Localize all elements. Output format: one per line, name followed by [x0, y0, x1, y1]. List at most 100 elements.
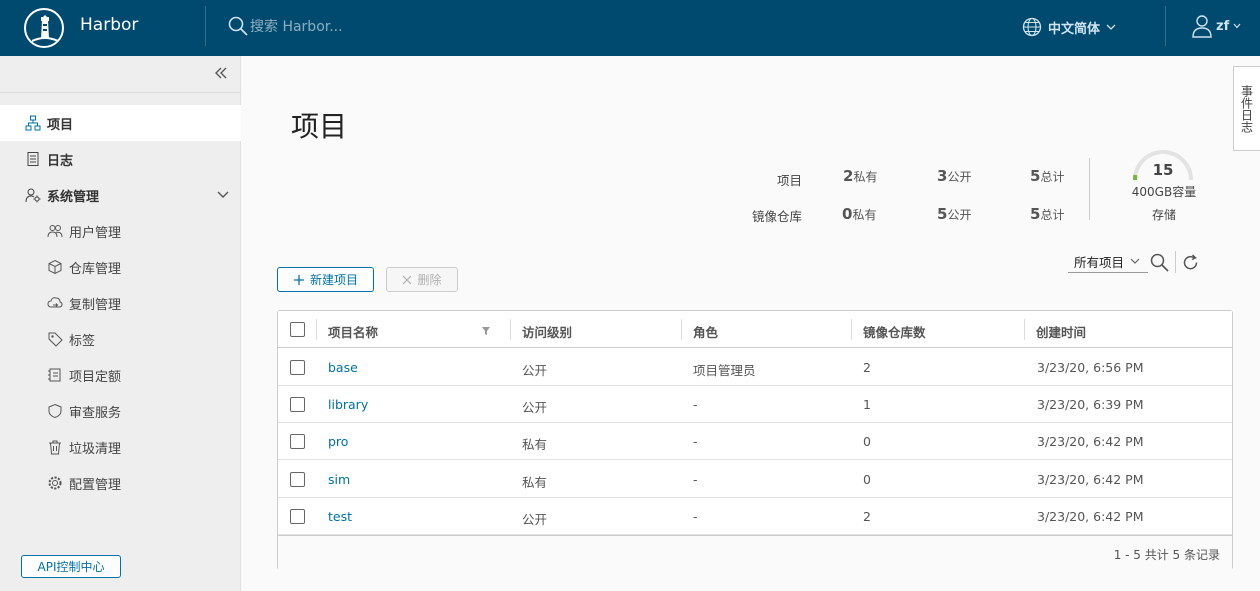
projects-public-stat: 3公开	[937, 167, 972, 185]
sidebar: 项目 日志 系统管理 用户管理 仓库管理 复制管理 标签 项目定额 审查服务 垃…	[0, 56, 241, 591]
column-divider	[316, 319, 317, 340]
chevron-down-icon[interactable]	[216, 190, 230, 200]
sidebar-item-interrogation[interactable]: 审查服务	[0, 393, 241, 429]
row-checkbox[interactable]	[290, 509, 305, 524]
select-all-checkbox[interactable]	[290, 322, 305, 337]
user-icon	[1192, 15, 1212, 38]
header-divider-right	[1165, 6, 1166, 46]
access-level-cell: 公开	[522, 512, 548, 527]
access-level-cell: 私有	[522, 475, 548, 490]
sidebar-item-replications[interactable]: 复制管理	[0, 285, 241, 321]
logs-icon	[25, 151, 41, 167]
sidebar-item-configs[interactable]: 配置管理	[0, 465, 241, 501]
sidebar-item-projects[interactable]: 项目	[0, 105, 241, 141]
sidebar-item-logs[interactable]: 日志	[0, 141, 241, 177]
sidebar-item-label: 项目定额	[69, 369, 122, 385]
project-name-link[interactable]: pro	[328, 434, 348, 449]
column-divider	[1024, 319, 1025, 340]
search-input[interactable]	[250, 16, 510, 38]
project-name-link[interactable]: base	[328, 360, 358, 375]
column-role[interactable]: 角色	[693, 322, 718, 341]
projects-table: 项目名称 访问级别 角色 镜像仓库数 创建时间 base 公开 项目管理员 2 …	[277, 310, 1233, 570]
row-checkbox[interactable]	[290, 434, 305, 449]
summary-projects-label: 项目	[776, 173, 802, 188]
top-header: Harbor 中文简体 zf	[0, 0, 1260, 56]
language-selector[interactable]: 中文简体	[1022, 15, 1116, 39]
project-filter-value: 所有项目	[1074, 255, 1125, 270]
column-divider	[851, 319, 852, 340]
sidebar-item-label: 审查服务	[69, 405, 122, 421]
search-icon[interactable]	[228, 16, 248, 36]
tag-icon	[47, 331, 63, 347]
search-icon[interactable]	[1150, 253, 1169, 272]
sidebar-item-label: 系统管理	[47, 189, 100, 205]
repos-total-stat: 5总计	[1030, 205, 1065, 223]
row-checkbox[interactable]	[290, 397, 305, 412]
global-search	[228, 16, 528, 38]
chevron-down-icon	[1130, 258, 1140, 264]
trash-icon	[47, 439, 63, 455]
creation-time-cell: 3/23/20, 6:56 PM	[1037, 360, 1144, 375]
column-repo-count[interactable]: 镜像仓库数	[863, 322, 926, 341]
creation-time-cell: 3/23/20, 6:42 PM	[1037, 472, 1144, 487]
username: zf	[1216, 18, 1230, 34]
repo-count-cell: 0	[863, 434, 871, 449]
column-creation-time[interactable]: 创建时间	[1036, 322, 1086, 341]
repo-count-cell: 2	[863, 360, 871, 375]
project-name-link[interactable]: library	[328, 397, 368, 412]
sidebar-item-label: 用户管理	[69, 225, 122, 241]
sidebar-item-admin[interactable]: 系统管理	[0, 177, 241, 213]
sidebar-item-quotas[interactable]: 项目定额	[0, 357, 241, 393]
projects-private-stat: 2私有	[843, 167, 878, 185]
row-checkbox[interactable]	[290, 360, 305, 375]
column-access-level[interactable]: 访问级别	[522, 322, 572, 341]
role-cell: -	[693, 397, 698, 412]
project-filter-select[interactable]: 所有项目	[1068, 251, 1148, 273]
sidebar-item-gc[interactable]: 垃圾清理	[0, 429, 241, 465]
project-name-link[interactable]: test	[328, 509, 352, 524]
replication-icon	[47, 295, 63, 311]
table-header: 项目名称 访问级别 角色 镜像仓库数 创建时间	[278, 311, 1232, 348]
sidebar-item-label: 复制管理	[69, 297, 122, 313]
collapse-sidebar-button[interactable]	[214, 66, 232, 82]
registry-icon	[47, 259, 63, 275]
repo-count-cell: 2	[863, 509, 871, 524]
event-log-label: 事件日志	[1239, 84, 1254, 133]
users-icon	[47, 223, 63, 239]
storage-capacity: 400GB容量	[1131, 185, 1197, 199]
filter-icon[interactable]	[481, 326, 491, 336]
row-checkbox[interactable]	[290, 472, 305, 487]
sidebar-separator	[0, 92, 241, 93]
new-project-label: 新建项目	[309, 273, 358, 287]
api-explorer-button[interactable]: API控制中心	[21, 555, 121, 578]
sidebar-item-label: 日志	[47, 153, 74, 169]
sidebar-item-labels[interactable]: 标签	[0, 321, 241, 357]
project-name-link[interactable]: sim	[328, 472, 350, 487]
role-cell: -	[693, 434, 698, 449]
harbor-logo[interactable]	[24, 8, 64, 48]
event-log-tab[interactable]: 事件日志	[1233, 66, 1260, 151]
sidebar-item-users[interactable]: 用户管理	[0, 213, 241, 249]
delete-button[interactable]: 删除	[386, 267, 458, 292]
double-chevron-left-icon	[215, 67, 227, 79]
user-menu[interactable]: zf	[1192, 14, 1241, 38]
storage-value: 15	[1152, 161, 1174, 179]
storage-label: 存储	[1151, 208, 1176, 222]
shield-icon	[47, 403, 63, 419]
creation-time-cell: 3/23/20, 6:42 PM	[1037, 509, 1144, 524]
pagination-info: 1 - 5 共计 5 条记录	[1113, 548, 1220, 562]
page-title: 项目	[291, 110, 348, 143]
role-cell: 项目管理员	[693, 363, 756, 378]
table-row: pro 私有 - 0 3/23/20, 6:42 PM	[278, 423, 1232, 460]
brand-name[interactable]: Harbor	[80, 15, 138, 35]
access-level-cell: 公开	[522, 400, 548, 415]
chevron-down-icon	[1106, 24, 1116, 30]
sidebar-item-label: 仓库管理	[69, 261, 122, 277]
repos-private-stat: 0私有	[842, 205, 877, 223]
role-cell: -	[693, 509, 698, 524]
refresh-icon[interactable]	[1182, 254, 1199, 271]
sidebar-item-registries[interactable]: 仓库管理	[0, 249, 241, 285]
table-footer: 1 - 5 共计 5 条记录	[278, 535, 1232, 570]
new-project-button[interactable]: 新建项目	[277, 267, 374, 292]
column-project-name[interactable]: 项目名称	[328, 322, 378, 341]
